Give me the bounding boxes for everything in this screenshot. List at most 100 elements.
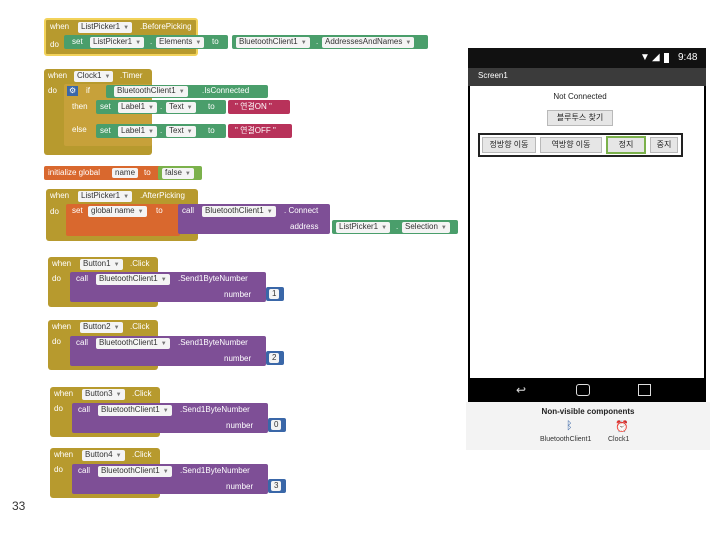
label-dropdown[interactable]: Label1 ▼	[118, 126, 157, 137]
when-label: when	[54, 389, 74, 398]
var-dropdown[interactable]: global name ▼	[88, 206, 147, 217]
call-label: call	[78, 466, 91, 475]
address-label: address	[290, 222, 319, 231]
dot-label: .	[160, 102, 163, 111]
number-value[interactable]: 2	[269, 353, 280, 363]
text-on-value[interactable]: " 연결ON "	[232, 102, 275, 112]
set-elements-block[interactable]: set ListPicker1 ▼ . Elements ▼ to	[64, 35, 228, 49]
do-label: do	[54, 404, 63, 413]
text-prop-dropdown[interactable]: Text ▼	[166, 126, 196, 137]
number-value[interactable]: 3	[271, 481, 282, 491]
selection-getter-block[interactable]: ListPicker1 ▼ . Selection ▼	[332, 220, 458, 234]
backward-button[interactable]: 역방향 이동	[540, 137, 602, 153]
event-label: .Click	[132, 389, 152, 398]
halt-button[interactable]: 중지	[650, 137, 678, 153]
call-label: call	[76, 338, 89, 347]
text-prop-dropdown[interactable]: Text ▼	[166, 102, 196, 113]
do-label: do	[50, 207, 59, 216]
number-value[interactable]: 1	[269, 289, 280, 299]
selection-prop-dropdown[interactable]: Selection ▼	[402, 222, 450, 233]
var-name-field[interactable]: name	[112, 168, 139, 178]
to-label: to	[156, 206, 163, 215]
do-label: do	[52, 337, 61, 346]
app-screen	[470, 86, 704, 378]
call-connect-block[interactable]: call BluetoothClient1 ▼ . Connect address	[178, 204, 330, 234]
set-label: set	[72, 37, 83, 46]
back-icon[interactable]: ↩	[516, 383, 526, 397]
when-label: when	[48, 71, 68, 80]
send-byte-block-4[interactable]: call BluetoothClient1 ▼ .Send1ByteNumber …	[72, 464, 268, 494]
source-prop-dropdown[interactable]: AddressesAndNames ▼	[322, 37, 415, 48]
clock-dropdown[interactable]: Clock1 ▼	[74, 71, 114, 82]
event-label: .Click	[130, 259, 150, 268]
number-label: number	[224, 354, 252, 363]
button-dropdown[interactable]: Button3 ▼	[82, 389, 125, 400]
method-label: .Send1ByteNumber	[180, 466, 250, 475]
call-label: call	[78, 405, 91, 414]
set-label: set	[100, 126, 111, 135]
clock-icon[interactable]: ⏰	[615, 420, 629, 433]
wifi-icon: ▼	[640, 52, 650, 63]
init-label: initialize global	[48, 168, 101, 177]
source-dropdown[interactable]: BluetoothClient1 ▼	[236, 37, 310, 48]
button-dropdown[interactable]: Button1 ▼	[80, 259, 123, 270]
number-value[interactable]: 0	[271, 420, 282, 430]
false-dropdown[interactable]: false ▼	[162, 168, 194, 179]
nonvisible-bluetooth-label: BluetoothClient1	[540, 436, 592, 443]
set-global-name-block[interactable]: set global name ▼ to	[66, 204, 180, 236]
prop-label: .IsConnected	[202, 86, 250, 95]
send-byte-block-3[interactable]: call BluetoothClient1 ▼ .Send1ByteNumber …	[72, 403, 268, 433]
number-block-3[interactable]: 0	[268, 418, 286, 432]
bt-dropdown[interactable]: BluetoothClient1 ▼	[98, 405, 172, 416]
number-block-1[interactable]: 1	[266, 287, 284, 301]
slide-number: 33	[12, 499, 26, 513]
target-dropdown[interactable]: ListPicker1 ▼	[90, 37, 145, 48]
addresses-getter-block[interactable]: BluetoothClient1 ▼ . AddressesAndNames ▼	[232, 35, 428, 49]
recents-icon[interactable]	[638, 384, 651, 396]
bluetooth-icon[interactable]: ᛒ	[566, 420, 573, 432]
bt-dropdown[interactable]: BluetoothClient1 ▼	[98, 466, 172, 477]
gear-icon[interactable]: ⚙	[67, 86, 79, 96]
stop-button[interactable]: 정지	[606, 136, 646, 154]
bt-dropdown[interactable]: BluetoothClient1 ▼	[96, 338, 170, 349]
do-label: do	[48, 86, 57, 95]
initialize-global-block[interactable]: initialize global name to	[44, 166, 166, 180]
component-dropdown[interactable]: ListPicker1 ▼	[78, 191, 133, 202]
event-label: .BeforePicking	[140, 22, 192, 31]
bluetooth-search-button[interactable]: 블루투스 찾기	[547, 110, 613, 126]
event-label: .Click	[132, 450, 152, 459]
send-byte-block-2[interactable]: call BluetoothClient1 ▼ .Send1ByteNumber …	[70, 336, 266, 366]
number-block-4[interactable]: 3	[268, 479, 286, 493]
nonvisible-clock-label: Clock1	[608, 436, 630, 443]
number-block-2[interactable]: 2	[266, 351, 284, 365]
bt-dropdown[interactable]: BluetoothClient1 ▼	[114, 86, 188, 97]
home-icon[interactable]	[576, 384, 590, 396]
component-dropdown[interactable]: ListPicker1 ▼	[78, 22, 133, 33]
text-off-value[interactable]: " 연결OFF "	[232, 126, 279, 136]
else-label: else	[72, 125, 87, 134]
button-dropdown[interactable]: Button2 ▼	[80, 322, 123, 333]
dot-label: .	[160, 126, 163, 135]
bt-dropdown[interactable]: BluetoothClient1 ▼	[202, 206, 276, 217]
status-time: 9:48	[678, 52, 698, 63]
selection-comp-dropdown[interactable]: ListPicker1 ▼	[336, 222, 391, 233]
prop-dropdown[interactable]: Elements ▼	[156, 37, 205, 48]
event-label: .Click	[130, 322, 150, 331]
false-block[interactable]: false ▼	[158, 166, 202, 180]
set-label-text-on-block[interactable]: set Label1 ▼ . Text ▼ to	[96, 100, 226, 114]
number-label: number	[226, 421, 254, 430]
dot-label: .	[396, 222, 399, 231]
is-connected-block[interactable]: BluetoothClient1 ▼ .IsConnected	[106, 85, 268, 98]
forward-button[interactable]: 정방향 이동	[482, 137, 536, 153]
bt-dropdown[interactable]: BluetoothClient1 ▼	[96, 274, 170, 285]
button-dropdown[interactable]: Button4 ▼	[82, 450, 125, 461]
text-off-block[interactable]: " 연결OFF "	[228, 124, 292, 138]
send-byte-block-1[interactable]: call BluetoothClient1 ▼ .Send1ByteNumber …	[70, 272, 266, 302]
number-label: number	[226, 482, 254, 491]
to-label: to	[144, 168, 151, 177]
set-label-text-off-block[interactable]: set Label1 ▼ . Text ▼ to	[96, 124, 226, 138]
text-on-block[interactable]: " 연결ON "	[228, 100, 290, 114]
if-label: if	[86, 86, 90, 95]
non-visible-panel: Non-visible components ᛒ ⏰ BluetoothClie…	[466, 402, 710, 450]
label-dropdown[interactable]: Label1 ▼	[118, 102, 157, 113]
